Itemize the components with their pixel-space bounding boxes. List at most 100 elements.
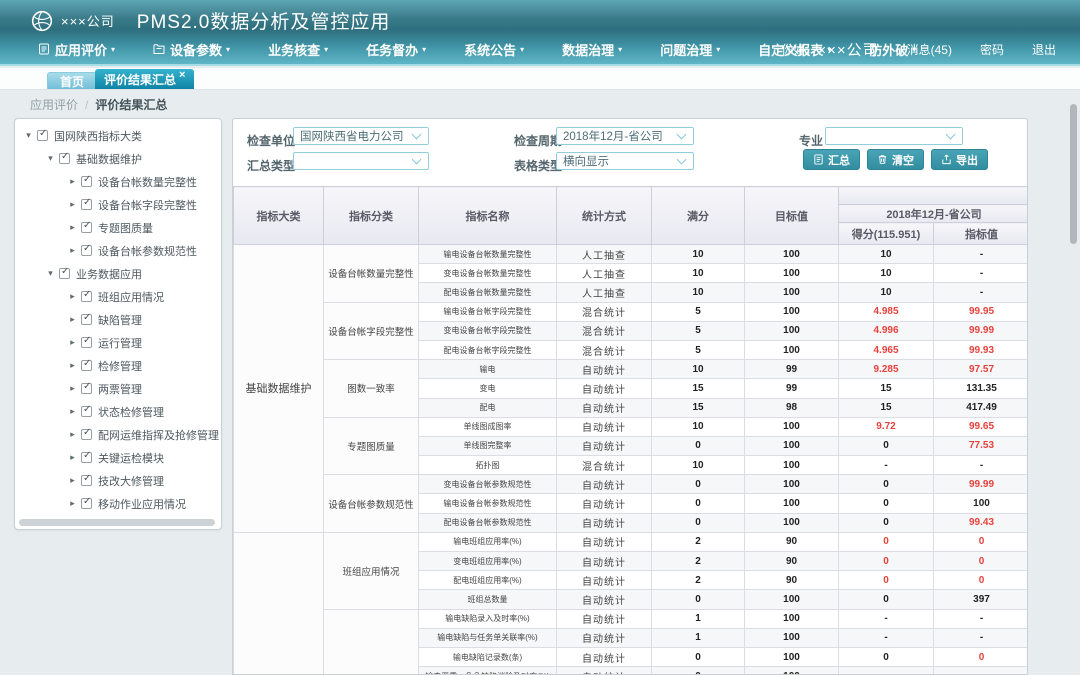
nav-item-问题治理[interactable]: 问题治理▾ — [660, 40, 720, 59]
page-scrollbar[interactable] — [1070, 104, 1077, 244]
tree-item[interactable]: ▸两票管理 — [15, 377, 221, 400]
tab-home[interactable]: 首页 — [47, 72, 97, 89]
filter-buttons: 汇总 清空 导出 — [803, 149, 995, 170]
tree-item[interactable]: ▸班组应用情况 — [15, 285, 221, 308]
nav-item-label: 应用评价 — [55, 40, 107, 59]
tab-evaluation-summary[interactable]: 评价结果汇总 × — [95, 69, 194, 89]
caret-icon[interactable]: ▸ — [67, 360, 78, 371]
summary-type-select[interactable] — [293, 152, 429, 170]
tree-item[interactable]: ▸ 缺陷管理 — [15, 308, 221, 331]
logout-link[interactable]: 退出 — [1032, 41, 1056, 58]
tree-item[interactable]: ▸配网运维指挥及抢修管理 — [15, 423, 221, 446]
checkbox[interactable] — [37, 130, 48, 141]
tree-item-label: 缺陷管理 — [98, 312, 142, 328]
indicator-name-cell: 拓扑图 — [419, 456, 557, 475]
tree-item[interactable]: ▸关键运检模块 — [15, 446, 221, 469]
score-cell: - — [839, 628, 934, 647]
tree-item[interactable]: ▸设备台帐字段完整性 — [15, 193, 221, 216]
caret-icon[interactable]: ▸ — [67, 176, 78, 187]
score-cell: - — [839, 609, 934, 628]
checkbox[interactable] — [81, 314, 92, 325]
tree-item[interactable]: ▸设备台帐数量完整性 — [15, 170, 221, 193]
tree-item[interactable]: ▸状态检修管理 — [15, 400, 221, 423]
nav-item-任务督办[interactable]: 任务督办▾ — [366, 40, 426, 59]
full-score-cell: 10 — [652, 283, 745, 302]
checkbox[interactable] — [81, 383, 92, 394]
stat-method-cell: 自动统计 — [557, 552, 652, 571]
tree-item[interactable]: ▸运行管理 — [15, 331, 221, 354]
password-link[interactable]: 密码 — [980, 41, 1004, 58]
checkbox[interactable] — [81, 291, 92, 302]
table-type-select[interactable]: 横向显示 — [556, 152, 694, 170]
indicator-value-cell: 99.95 — [934, 302, 1029, 321]
indicator-value-cell: 0 — [934, 647, 1029, 666]
nav-item-应用评价[interactable]: 应用评价▾ — [38, 40, 115, 59]
tree-item[interactable]: ▾国网陕西指标大类 — [15, 124, 221, 147]
tree-item[interactable]: ▸技改大修管理 — [15, 469, 221, 492]
check-unit-select[interactable]: 国网陕西省电力公司 — [293, 127, 429, 145]
caret-icon[interactable]: ▸ — [67, 475, 78, 486]
indicator-name-cell: 输电缺陷记录数(条) — [419, 647, 557, 666]
messages-link[interactable]: 消息(45) — [907, 41, 952, 58]
score-cell: 0 — [839, 436, 934, 455]
caret-icon[interactable]: ▸ — [67, 199, 78, 210]
tree-item[interactable]: ▸专题图质量 — [15, 216, 221, 239]
tree-item[interactable]: ▾基础数据维护 — [15, 147, 221, 170]
caret-icon[interactable]: ▸ — [67, 337, 78, 348]
caret-icon[interactable]: ▸ — [67, 452, 78, 463]
nav-item-设备参数[interactable]: 设备参数▾ — [153, 40, 230, 59]
checkbox[interactable] — [81, 176, 92, 187]
checkbox[interactable] — [59, 268, 70, 279]
summary-button[interactable]: 汇总 — [803, 149, 860, 170]
score-cell: 0 — [839, 571, 934, 590]
caret-icon[interactable]: ▸ — [67, 245, 78, 256]
tree-item[interactable]: ▾业务数据应用 — [15, 262, 221, 285]
indicator-value-cell: - — [934, 245, 1029, 264]
caret-icon[interactable]: ▾ — [45, 153, 56, 164]
app-header: ×××公司 PMS2.0数据分析及管控应用 应用评价▾设备参数▾业务核查▾任务督… — [0, 0, 1080, 66]
chevron-down-icon: ▾ — [716, 45, 720, 54]
target-value-cell: 90 — [745, 532, 839, 551]
caret-icon[interactable]: ▸ — [67, 314, 78, 325]
indicator-value-cell: 99.43 — [934, 513, 1029, 532]
nav-item-数据治理[interactable]: 数据治理▾ — [562, 40, 622, 59]
caret-icon[interactable]: ▾ — [23, 130, 34, 141]
sidebar-scrollbar[interactable] — [19, 519, 215, 526]
col-header-fullscore: 满分 — [652, 187, 745, 245]
check-period-select[interactable]: 2018年12月-省公司 — [556, 127, 694, 145]
export-button[interactable]: 导出 — [931, 149, 988, 170]
caret-icon[interactable]: ▾ — [45, 268, 56, 279]
major-select[interactable] — [825, 127, 963, 145]
checkbox[interactable] — [81, 337, 92, 348]
tree-item[interactable]: ▸移动作业应用情况 — [15, 492, 221, 515]
chevron-down-icon: ▾ — [324, 45, 328, 54]
breadcrumb-section[interactable]: 应用评价 — [30, 98, 78, 112]
checkbox[interactable] — [81, 199, 92, 210]
indicator-name-cell: 变电 — [419, 379, 557, 398]
checkbox[interactable] — [81, 429, 92, 440]
caret-icon[interactable]: ▸ — [67, 383, 78, 394]
checkbox[interactable] — [81, 245, 92, 256]
close-icon[interactable]: × — [179, 69, 185, 81]
caret-icon[interactable]: ▸ — [67, 222, 78, 233]
checkbox[interactable] — [59, 153, 70, 164]
checkbox[interactable] — [81, 222, 92, 233]
caret-icon[interactable]: ▸ — [67, 498, 78, 509]
checkbox[interactable] — [81, 498, 92, 509]
checkbox[interactable] — [81, 475, 92, 486]
caret-icon[interactable]: ▸ — [67, 291, 78, 302]
checkbox[interactable] — [81, 452, 92, 463]
caret-icon[interactable]: ▸ — [67, 406, 78, 417]
nav-item-业务核查[interactable]: 业务核查▾ — [268, 40, 328, 59]
subcategory-cell: 图数一致率 — [324, 360, 419, 418]
nav-item-系统公告[interactable]: 系统公告▾ — [464, 40, 524, 59]
checkbox[interactable] — [81, 406, 92, 417]
summary-icon — [813, 154, 824, 165]
checkbox[interactable] — [81, 360, 92, 371]
chevron-down-icon: ▾ — [226, 45, 230, 54]
tree-item[interactable]: ▸检修管理 — [15, 354, 221, 377]
caret-icon[interactable]: ▸ — [67, 429, 78, 440]
clear-button[interactable]: 清空 — [867, 149, 924, 170]
stat-method-cell: 自动统计 — [557, 417, 652, 436]
tree-item[interactable]: ▸设备台帐参数规范性 — [15, 239, 221, 262]
